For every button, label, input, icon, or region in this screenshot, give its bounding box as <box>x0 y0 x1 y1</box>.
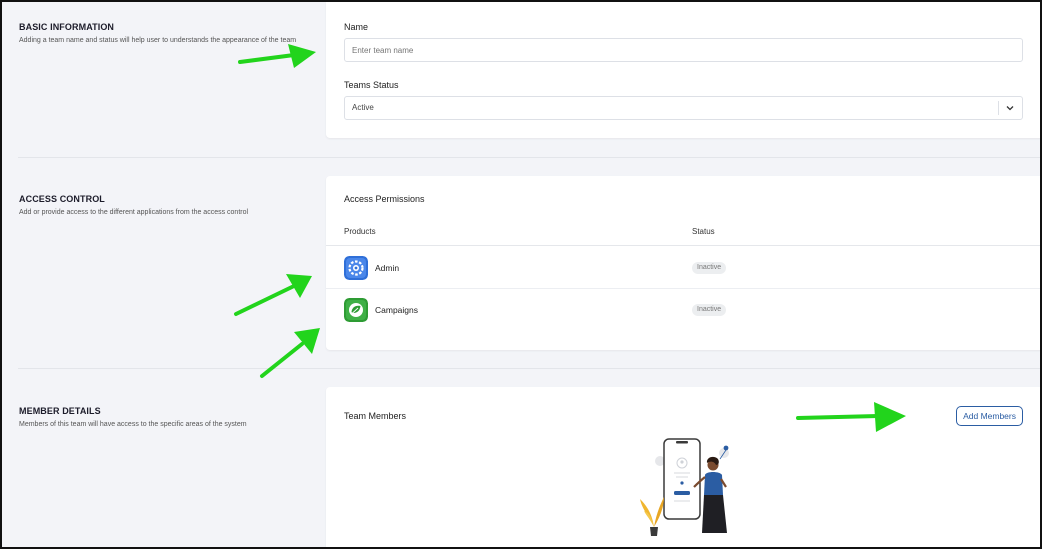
campaigns-leaf-icon <box>344 298 368 322</box>
access-control-section: ACCESS CONTROL Add or provide access to … <box>2 158 1040 368</box>
chevron-down-icon <box>1006 106 1014 111</box>
status-badge: Inactive <box>692 304 727 316</box>
add-members-button[interactable]: Add Members <box>956 406 1023 426</box>
section-title: MEMBER DETAILS <box>19 406 101 416</box>
name-label: Name <box>344 22 369 32</box>
empty-state-illustration <box>640 438 729 536</box>
section-description: Add or provide access to the different a… <box>19 209 249 216</box>
teams-status-value: Active <box>352 103 374 112</box>
table-row[interactable]: Campaigns Inactive <box>326 289 1040 331</box>
status-badge: Inactive <box>692 262 727 274</box>
table-row[interactable]: Admin Inactive <box>326 247 1040 289</box>
teams-status-select[interactable]: Active <box>344 96 1023 120</box>
green-arrow-icon <box>238 44 316 68</box>
green-arrow-icon <box>234 274 312 316</box>
admin-gear-icon <box>344 256 368 280</box>
member-details-intro: MEMBER DETAILS Members of this team will… <box>19 406 319 429</box>
column-header-status: Status <box>692 227 715 236</box>
teams-status-label: Teams Status <box>344 80 399 90</box>
basic-information-card: Name Teams Status Active <box>326 2 1040 138</box>
access-permissions-title: Access Permissions <box>344 194 425 204</box>
access-permissions-card: Access Permissions Products Status Admin… <box>326 176 1040 350</box>
access-control-intro: ACCESS CONTROL Add or provide access to … <box>19 194 319 217</box>
permissions-table-header: Products Status <box>326 216 1040 246</box>
select-divider <box>998 101 999 115</box>
green-arrow-icon <box>260 328 320 378</box>
column-header-products: Products <box>344 227 376 236</box>
section-title: ACCESS CONTROL <box>19 194 105 204</box>
section-description: Members of this team will have access to… <box>19 421 247 428</box>
product-name: Campaigns <box>375 305 418 315</box>
green-arrow-icon <box>796 402 906 432</box>
team-members-card: Team Members Add Members <box>326 387 1040 547</box>
section-title: BASIC INFORMATION <box>19 22 115 32</box>
team-name-input[interactable] <box>344 38 1023 62</box>
basic-information-section: BASIC INFORMATION Adding a team name and… <box>2 2 1040 157</box>
product-name: Admin <box>375 263 400 273</box>
page-frame: BASIC INFORMATION Adding a team name and… <box>0 0 1042 549</box>
team-members-title: Team Members <box>344 411 407 421</box>
member-details-section: MEMBER DETAILS Members of this team will… <box>2 369 1040 547</box>
